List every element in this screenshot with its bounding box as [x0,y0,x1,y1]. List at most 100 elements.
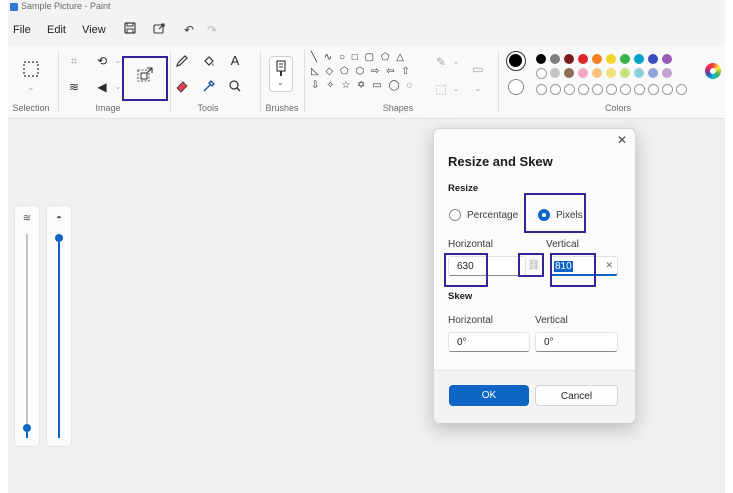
brush-size-slider-panel: ≋ [14,205,40,447]
outline-icon[interactable]: ✎ [433,54,449,70]
color-swatch[interactable] [662,54,672,64]
brushes-button[interactable]: ⌄ [269,56,293,92]
color-swatch[interactable] [550,68,560,78]
group-label-colors: Colors [604,103,631,113]
color-swatch[interactable] [606,54,616,64]
color-picker-icon[interactable] [201,79,217,95]
share-icon[interactable] [151,22,167,38]
shapes-more-icon[interactable]: ⌄ [470,81,486,97]
color-swatch[interactable] [550,54,560,64]
selection-dropdown-icon[interactable]: ⌄ [23,80,39,96]
custom-color-slot[interactable] [564,84,575,95]
remove-background-icon[interactable]: ≋ [66,79,82,95]
edit-colors-icon[interactable] [705,63,721,79]
custom-color-slot[interactable] [676,84,687,95]
ok-button[interactable]: OK [449,385,529,406]
primary-color-swatch [509,54,522,67]
custom-color-slot[interactable] [592,84,603,95]
flip-icon[interactable]: ◀ [94,79,110,95]
pixels-option-highlight [524,193,586,233]
shape-fill-icon[interactable]: ⬚ [433,81,449,97]
color-swatch[interactable] [648,68,658,78]
resize-button-highlight [122,56,168,101]
group-label-selection: Selection [12,103,50,113]
text-tool-icon[interactable]: A [227,53,243,69]
cancel-button[interactable]: Cancel [535,385,618,406]
pencil-icon[interactable] [174,54,190,70]
percentage-label[interactable]: Percentage [467,210,518,221]
skew-horizontal-input[interactable]: 0° [448,332,530,352]
color-swatch[interactable] [620,54,630,64]
size-slider-track[interactable] [26,234,28,424]
menu-view[interactable]: View [82,24,106,36]
color-swatch[interactable] [578,54,588,64]
resize-heading: Resize [448,183,479,194]
opacity-slider-knob[interactable] [55,234,63,242]
color-swatch[interactable] [620,68,630,78]
custom-color-slot[interactable] [620,84,631,95]
eraser-icon[interactable] [174,79,190,95]
color-swatch[interactable] [662,68,672,78]
color-swatch[interactable] [564,68,574,78]
outline-dropdown-icon[interactable]: ⌄ [448,54,464,70]
ribbon-divider [498,50,499,112]
clear-input-icon[interactable]: ✕ [605,260,613,271]
skew-horizontal-label: Horizontal [448,315,494,326]
skew-vertical-value: 0° [544,337,554,348]
opacity-slider-fill[interactable] [58,242,60,438]
crop-icon[interactable]: ⌗ [66,53,82,69]
shapes-gallery-row[interactable]: ╲ ∿ ○ □ ▢ ⬠ △ [311,52,406,63]
rotate-icon[interactable]: ⟲ [94,53,110,69]
title-bar: Sample Picture - Paint [8,0,725,16]
ribbon-divider [170,50,171,112]
shape-fill-dropdown-icon[interactable]: ⌄ [448,81,464,97]
paint-app-icon [10,3,18,11]
secondary-color-selector[interactable] [508,79,524,95]
size-slider-fill [26,432,28,438]
color-swatch[interactable] [592,54,602,64]
link-icon-highlight [518,253,544,277]
primary-color-selector[interactable] [506,51,526,71]
resize-vertical-label: Vertical [546,239,579,250]
ribbon-divider [304,50,305,112]
magnifier-icon[interactable] [227,79,243,95]
color-swatch[interactable] [634,68,644,78]
selection-icon[interactable] [22,60,40,78]
menu-file[interactable]: File [13,24,31,36]
menu-bar: File Edit View ↶ ↷ [8,16,725,46]
dialog-close-icon[interactable]: ✕ [615,133,629,147]
skew-vertical-input[interactable]: 0° [535,332,618,352]
custom-color-slot[interactable] [536,68,547,79]
percentage-radio[interactable] [449,209,461,221]
shapes-gallery-row[interactable]: ◺ ◇ ⬠ ⬡ ⇨ ⇦ ⇧ [311,66,412,77]
custom-color-slot[interactable] [662,84,673,95]
ribbon-toolbar: ⌄ Selection ⌗ ⟲ ⌄ ≋ ◀ ⌄ Image A Tools ⌄ … [8,46,725,119]
shapes-gallery-row[interactable]: ⇩ ✧ ☆ ✡ ▭ ◯ ◌ [311,80,414,91]
skew-heading: Skew [448,291,473,302]
color-swatch[interactable] [564,54,574,64]
horizontal-input-highlight [444,253,488,287]
menu-edit[interactable]: Edit [47,24,66,36]
ribbon-divider [58,50,59,112]
fill-icon[interactable] [201,54,217,70]
opacity-drop-icon: ◓ [55,213,63,224]
undo-icon[interactable]: ↶ [181,22,197,38]
color-swatch[interactable] [606,68,616,78]
custom-color-slot[interactable] [634,84,645,95]
custom-color-slot[interactable] [536,84,547,95]
color-swatch[interactable] [648,54,658,64]
custom-color-slot[interactable] [578,84,589,95]
group-label-shapes: Shapes [382,103,414,113]
custom-color-slot[interactable] [550,84,561,95]
color-swatch[interactable] [634,54,644,64]
color-swatch[interactable] [536,54,546,64]
shapes-expand-icon[interactable]: ▭ [469,61,487,77]
save-icon[interactable] [122,22,138,38]
color-swatch[interactable] [592,68,602,78]
color-swatch[interactable] [578,68,588,78]
custom-color-slot[interactable] [606,84,617,95]
custom-color-slot[interactable] [648,84,659,95]
size-slider-knob[interactable] [23,424,31,432]
redo-icon: ↷ [206,23,218,37]
group-label-image: Image [95,103,121,113]
